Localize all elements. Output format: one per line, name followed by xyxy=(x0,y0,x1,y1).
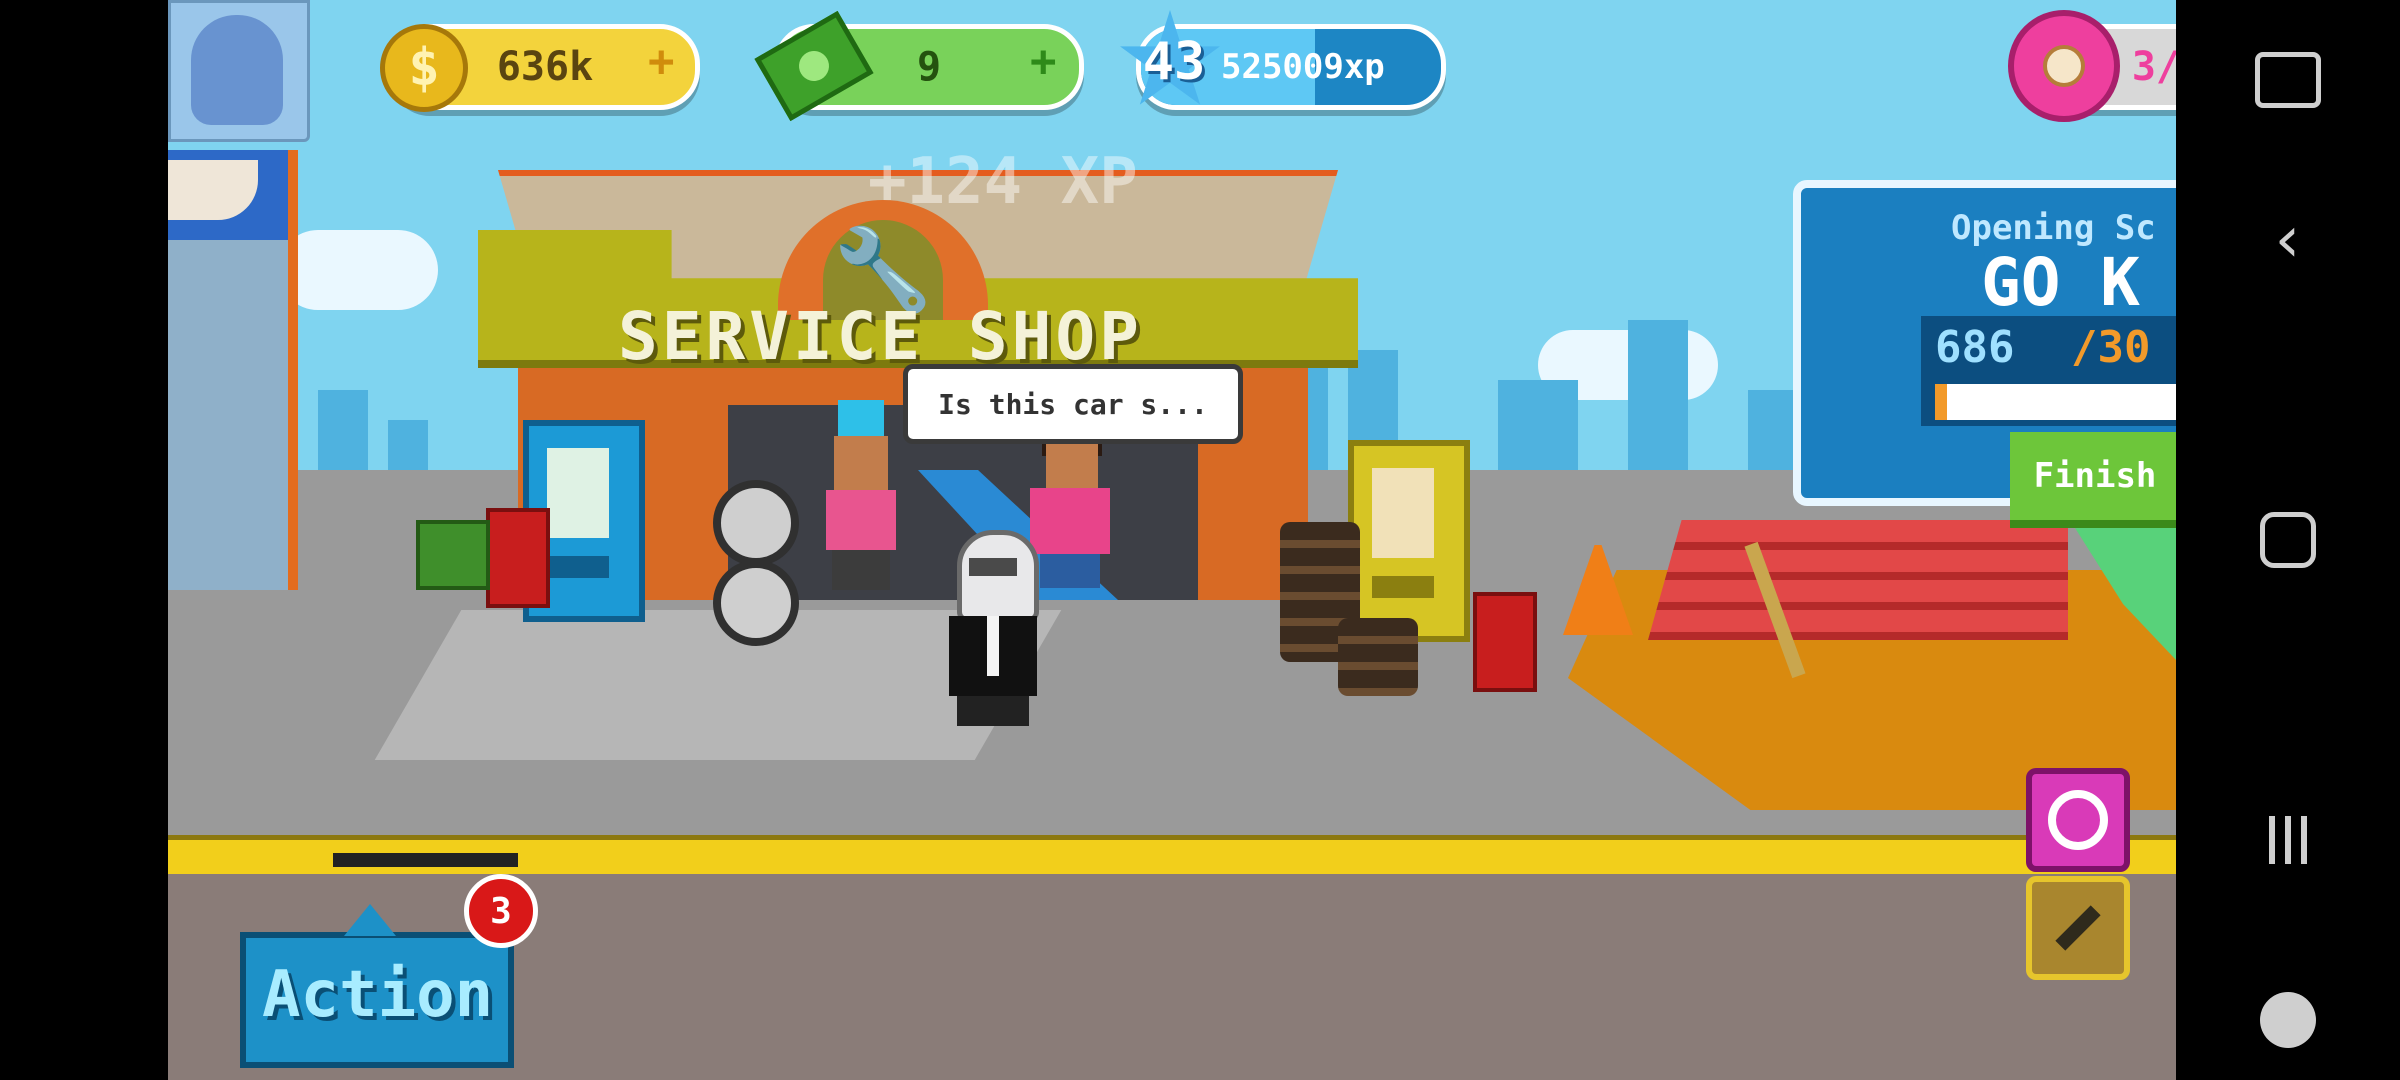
road-marking xyxy=(333,853,518,867)
shop-sign-text: SERVICE SHOP xyxy=(618,298,1143,375)
yellow-vending-machine[interactable] xyxy=(1348,440,1470,642)
event-title: GO K xyxy=(1981,244,2140,321)
action-badge-count: 3 xyxy=(490,890,512,932)
green-bush xyxy=(416,520,490,590)
target-ring-button[interactable] xyxy=(2026,768,2130,872)
red-bricks xyxy=(1648,520,2068,640)
wheel-rack xyxy=(713,470,799,646)
level-number: 43 xyxy=(1142,32,1206,92)
cloud xyxy=(278,230,438,310)
finish-button[interactable]: Finish xyxy=(2010,432,2176,528)
donut-amount: 3/38 xyxy=(2131,44,2176,90)
action-button[interactable]: Action xyxy=(240,932,514,1068)
action-button-label: Action xyxy=(262,958,494,1032)
tower-building xyxy=(168,150,298,590)
action-badge: 3 xyxy=(464,874,538,948)
speech-bubble-text: Is this car s... xyxy=(938,387,1208,421)
game-viewport[interactable]: 🔧 SERVICE SHOP Is this car s... +124 XP … xyxy=(168,0,2176,1080)
target-ring-icon xyxy=(2048,790,2108,850)
system-navigation-bar: ‹ xyxy=(2176,0,2400,1080)
home-square-icon[interactable] xyxy=(2176,480,2400,600)
add-cash-button[interactable]: + xyxy=(1030,36,1057,87)
event-progress-bar xyxy=(1935,384,2176,420)
speech-bubble[interactable]: Is this car s... xyxy=(903,364,1243,444)
wrench-icon xyxy=(2055,905,2101,951)
finish-button-label: Finish xyxy=(2033,456,2157,496)
npc-mechanic[interactable] xyxy=(816,400,906,600)
event-progress-box: 686 /30 xyxy=(1921,316,2176,426)
coin-amount: 636k xyxy=(496,44,594,90)
event-progress-current: 686 xyxy=(1935,322,2015,373)
floating-xp-label: +124 XP xyxy=(868,145,1138,219)
gamepad-icon[interactable] xyxy=(2176,960,2400,1080)
back-chevron-icon[interactable]: ‹ xyxy=(2176,180,2400,300)
donut-icon xyxy=(2008,10,2120,122)
tire-stack xyxy=(1338,618,1418,696)
event-progress-total: /30 xyxy=(2071,322,2151,373)
event-subtitle: Opening Sc xyxy=(1951,208,2156,248)
add-coins-button[interactable]: + xyxy=(648,36,675,87)
player-avatar[interactable] xyxy=(168,0,310,142)
dollar-coin-icon: $ xyxy=(380,24,468,112)
red-mailbox xyxy=(1473,592,1537,692)
red-mailbox xyxy=(486,508,550,608)
wrench-button[interactable] xyxy=(2026,876,2130,980)
cash-amount: 9 xyxy=(916,44,942,90)
player-character[interactable] xyxy=(943,530,1043,730)
xp-amount: 525009xp xyxy=(1221,47,1385,87)
screenshot-icon[interactable] xyxy=(2176,20,2400,140)
recents-lines-icon[interactable] xyxy=(2176,780,2400,900)
